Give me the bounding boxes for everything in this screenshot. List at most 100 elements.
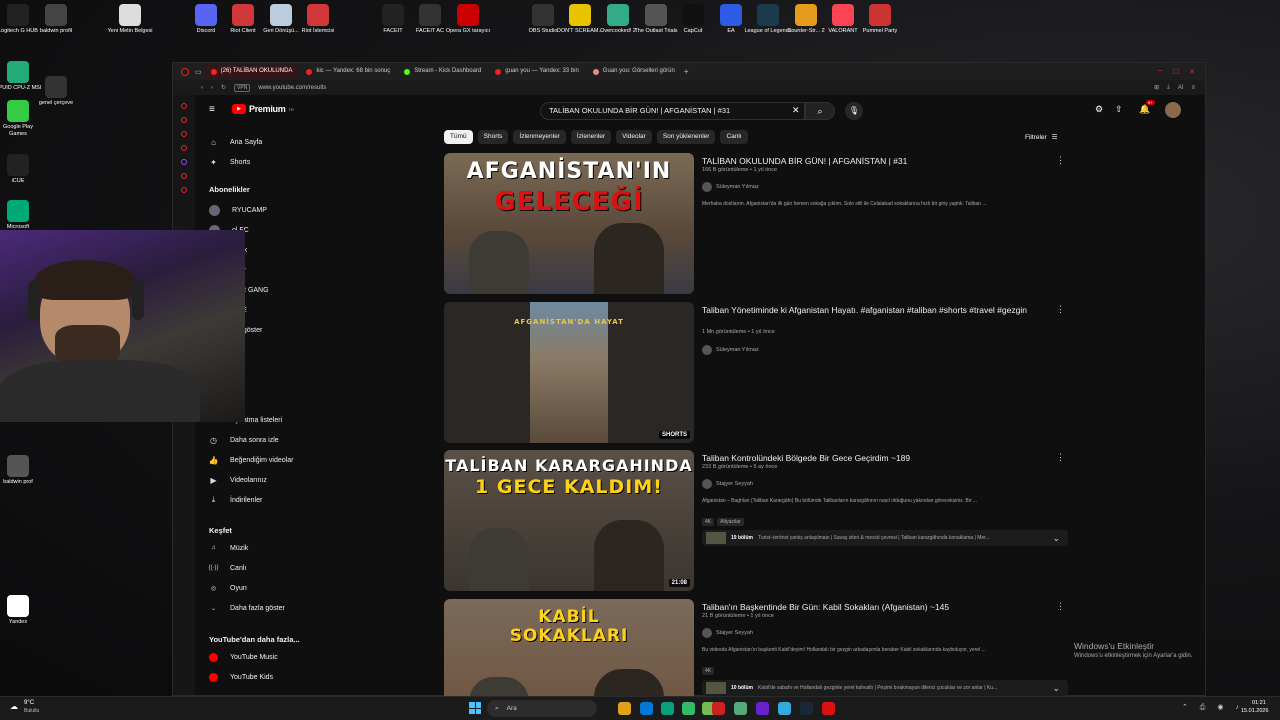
chevron-down-icon[interactable]: ⌄ — [1052, 533, 1060, 544]
taskbar-app-icon[interactable] — [618, 702, 631, 715]
guide-item[interactable]: 👍 Beğendiğim videolar — [209, 453, 294, 467]
taskbar-app-icon[interactable] — [756, 702, 769, 715]
menu-icon[interactable]: ≡ — [1191, 85, 1195, 91]
subscription-item[interactable]: RYUCAMP — [209, 203, 267, 217]
sidebar-icon[interactable] — [181, 103, 187, 109]
minimize-button[interactable]: ─ — [1158, 68, 1163, 76]
desktop-icon[interactable]: Riot İstemcisi — [294, 4, 342, 35]
sidebar-icon[interactable] — [181, 173, 187, 179]
desktop-icon[interactable]: Yandex — [0, 595, 42, 626]
desktop-icon[interactable]: iCUE — [0, 154, 42, 185]
channel-link[interactable]: Stajyer Seyyah — [702, 479, 753, 489]
desktop-icon[interactable]: baldwin prof — [0, 455, 42, 486]
taskbar-app-icon[interactable] — [682, 702, 695, 715]
chevron-down-icon[interactable]: ⌄ — [1052, 683, 1060, 694]
browser-tab[interactable]: (26) TALİBAN OKULUNDA — [205, 65, 298, 78]
more-options-icon[interactable]: ⋮ — [1056, 155, 1065, 166]
sidebar-icon[interactable] — [181, 187, 187, 193]
subscriptions-header[interactable]: Abonelikler — [209, 185, 250, 194]
guide-item[interactable]: ◷ Daha sonra izle — [209, 433, 279, 447]
extensions-icon[interactable]: ⊞ — [1154, 84, 1159, 91]
clock-time[interactable]: 01:21 — [1252, 700, 1266, 706]
search-input[interactable]: TALİBAN OKULUNDA BİR GÜN! | AFGANİSTAN |… — [540, 102, 805, 120]
guide-item[interactable]: ✦ Shorts — [209, 155, 250, 169]
sidebar-icon[interactable] — [181, 131, 187, 137]
more-options-icon[interactable]: ⋮ — [1056, 304, 1065, 315]
more-options-icon[interactable]: ⋮ — [1056, 452, 1065, 463]
voice-search-button[interactable]: 🎙 — [845, 102, 863, 120]
guide-item[interactable]: ⤓ İndirilenler — [209, 493, 263, 507]
filter-chip[interactable]: Tümü — [444, 130, 473, 144]
filter-chip[interactable]: İzlenmeyenler — [513, 130, 566, 144]
taskbar-app-icon[interactable] — [822, 702, 835, 715]
taskbar-app-icon[interactable] — [661, 702, 674, 715]
new-tab-button[interactable]: + — [684, 67, 689, 76]
start-button[interactable] — [469, 702, 481, 714]
downloads-icon[interactable]: ⤓ — [1167, 84, 1170, 91]
reload-icon[interactable]: ↻ — [221, 84, 226, 91]
filter-chip[interactable]: İzlenenler — [570, 130, 612, 144]
video-result[interactable]: AFGANİSTAN'DA HAYAT SHORTS Taliban Yönetim… — [444, 302, 1069, 444]
close-button[interactable]: ✕ — [1189, 68, 1195, 76]
back-icon[interactable]: ‹ — [201, 85, 203, 91]
browser-tab[interactable]: Stream - Kick Dashboard — [399, 65, 486, 78]
channel-link[interactable]: Süleyman Yılmaz — [702, 182, 759, 192]
chapters-bar[interactable]: 19 bölüm Turist–terörist yanlış anlaşılma… — [702, 530, 1068, 546]
url-field[interactable]: www.youtube.com/results — [258, 85, 326, 91]
youtube-logo[interactable]: ▶ Premium TR — [232, 104, 294, 114]
upload-icon[interactable]: ⇧ — [1115, 104, 1123, 115]
guide-item[interactable]: ((·)) Canlı — [209, 561, 247, 575]
twitch-icon[interactable] — [181, 159, 187, 165]
taskbar-search[interactable]: ⌕ Ara — [487, 700, 597, 717]
chapters-bar[interactable]: 10 bölüm Kabil'de sabahı ve Hollandalı ge… — [702, 680, 1068, 696]
video-thumbnail[interactable]: AFGANİSTAN'DA HAYAT SHORTS — [444, 302, 694, 443]
video-title[interactable]: Taliban Kontrolündeki Bölgede Bir Gece G… — [702, 452, 1042, 464]
notifications-icon[interactable]: 🔔 — [1139, 104, 1150, 115]
guide-item[interactable]: ◎ Oyun — [209, 581, 247, 595]
browser-tab[interactable]: Guan you: Görselleri görün — [588, 65, 680, 78]
guide-item[interactable]: YouTube Kids — [209, 670, 273, 684]
video-thumbnail[interactable]: AFGANİSTAN'IN GELECEĞİ — [444, 153, 694, 294]
desktop-icon[interactable]: Yeni Metin Belgesi — [106, 4, 154, 35]
tray-icons[interactable]: ⌃ ⎙ ◉ ♪ — [1182, 703, 1244, 712]
forward-icon[interactable]: › — [211, 85, 213, 91]
desktop-icon[interactable]: Microsoft — [0, 200, 42, 231]
tabs-icon[interactable]: ▭ — [195, 68, 202, 76]
taskbar-app-icon[interactable] — [800, 702, 813, 715]
browser-tab[interactable]: kic — Yandex: 68 bin sonuç — [301, 65, 395, 78]
sidebar-icon[interactable] — [181, 145, 187, 151]
maximize-button[interactable]: ☐ — [1173, 68, 1179, 76]
browser-tab[interactable]: guan you — Yandex: 33 bin — [490, 65, 584, 78]
taskbar-app-icon[interactable] — [778, 702, 791, 715]
filter-chip[interactable]: Canlı — [720, 130, 748, 144]
browser-logo-icon[interactable] — [181, 67, 189, 76]
video-thumbnail[interactable]: TALİBAN KARARGAHINDA 1 GECE KALDIM! 21:08 — [444, 450, 694, 591]
search-button[interactable]: ⌕ — [805, 102, 835, 120]
guide-item[interactable]: ⌂ Ana Sayfa — [209, 135, 262, 149]
vpn-badge[interactable]: VPN — [234, 83, 251, 92]
desktop-icon[interactable]: Opera GX tarayıcı — [444, 4, 492, 35]
clear-search-icon[interactable]: ✕ — [792, 105, 800, 116]
clock-date[interactable]: 15.01.2026 — [1241, 708, 1269, 714]
filter-chip[interactable]: Shorts — [477, 130, 509, 144]
taskbar-app-icon[interactable] — [640, 702, 653, 715]
video-result[interactable]: TALİBAN KARARGAHINDA 1 GECE KALDIM! 21:08 T… — [444, 450, 1069, 592]
avatar[interactable] — [1165, 102, 1181, 118]
taskbar-app-icon[interactable] — [712, 702, 725, 715]
more-options-icon[interactable]: ⋮ — [1056, 601, 1065, 612]
guide-item[interactable]: YouTube Music — [209, 650, 278, 664]
video-title[interactable]: TALİBAN OKULUNDA BİR GÜN! | AFGANİSTAN |… — [702, 155, 1042, 167]
video-title[interactable]: Taliban Yönetiminde ki Afganistan Hayatı… — [702, 304, 1042, 316]
guide-menu-icon[interactable]: ≡ — [209, 104, 215, 115]
channel-link[interactable]: Stajyer Seyyah — [702, 628, 753, 638]
desktop-icon[interactable]: baldwin profil — [32, 4, 80, 35]
channel-link[interactable]: Süleyman Yılmaz — [702, 345, 759, 355]
video-title[interactable]: Taliban'ın Başkentinde Bir Gün: Kabil So… — [702, 601, 1042, 613]
desktop-icon[interactable]: Google Play Games — [0, 100, 42, 137]
create-icon[interactable]: ⚙ — [1095, 104, 1103, 115]
guide-item[interactable]: ▶ Videolarınız — [209, 473, 266, 487]
filter-chip[interactable]: Videolar — [616, 130, 652, 144]
taskbar-app-icon[interactable] — [734, 702, 747, 715]
weather-icon[interactable]: ☁ — [10, 702, 18, 711]
filter-chip[interactable]: Son yüklenenler — [656, 130, 716, 144]
